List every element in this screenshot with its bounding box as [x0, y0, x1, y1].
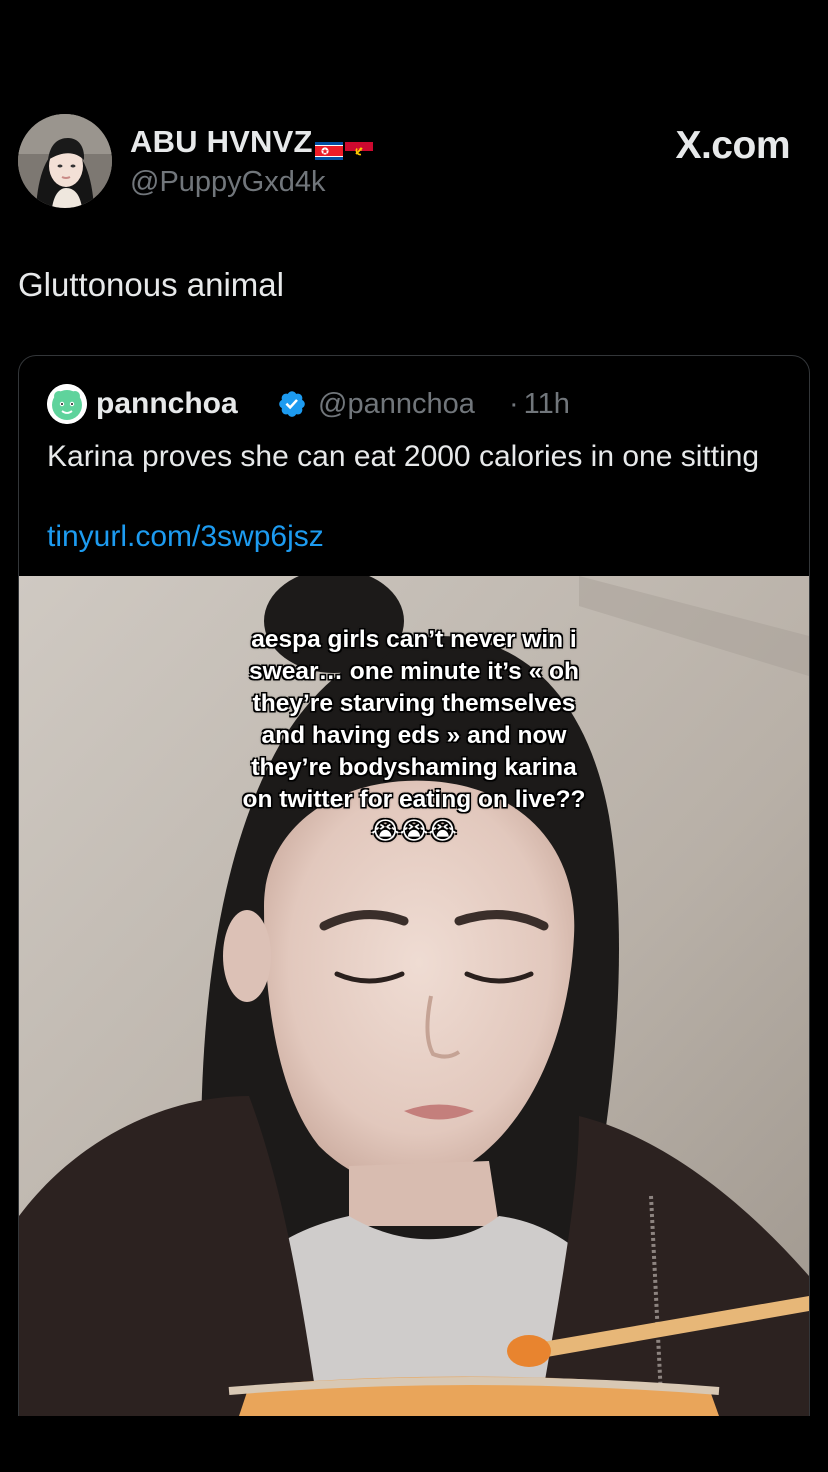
quoted-author-name[interactable]: pannchoa [96, 387, 238, 421]
author-handle[interactable]: @PuppyGxd4k [130, 166, 325, 199]
quoted-author-avatar[interactable] [47, 384, 87, 424]
quoted-tweet-time[interactable]: · 11h [509, 388, 570, 421]
tweet-text: Gluttonous animal [18, 266, 284, 303]
author-avatar[interactable] [18, 114, 112, 208]
tweet-header: ABU HVNVZ @PuppyGxd4k X.com [18, 114, 810, 210]
quoted-author-handle-text: @pannchoa [318, 388, 475, 420]
time-text: 11h [523, 388, 570, 420]
quoted-tweet-media[interactable]: aespa girls can’t never win i swear… one… [19, 576, 809, 1416]
quoted-author-handle[interactable]: @pannchoa [318, 388, 475, 421]
media-overlay-caption: aespa girls can’t never win i swear… one… [242, 626, 586, 845]
angola-flag-icon [344, 132, 373, 160]
quoted-tweet-card[interactable]: pannchoa @pannchoa · 11h Karina proves sh… [18, 355, 810, 1416]
author-display-name[interactable]: ABU HVNVZ [130, 124, 373, 160]
north-korea-flag-icon [314, 132, 343, 160]
author-display-name-text: ABU HVNVZ [130, 124, 313, 159]
verified-badge-icon [277, 389, 307, 419]
x-brand-logo: X.com [675, 124, 790, 167]
quoted-tweet-text: Karina proves she can eat 2000 calories … [47, 440, 760, 473]
time-separator: · [509, 388, 519, 420]
quoted-tweet-link[interactable]: tinyurl.com/3swp6jsz [47, 520, 324, 554]
